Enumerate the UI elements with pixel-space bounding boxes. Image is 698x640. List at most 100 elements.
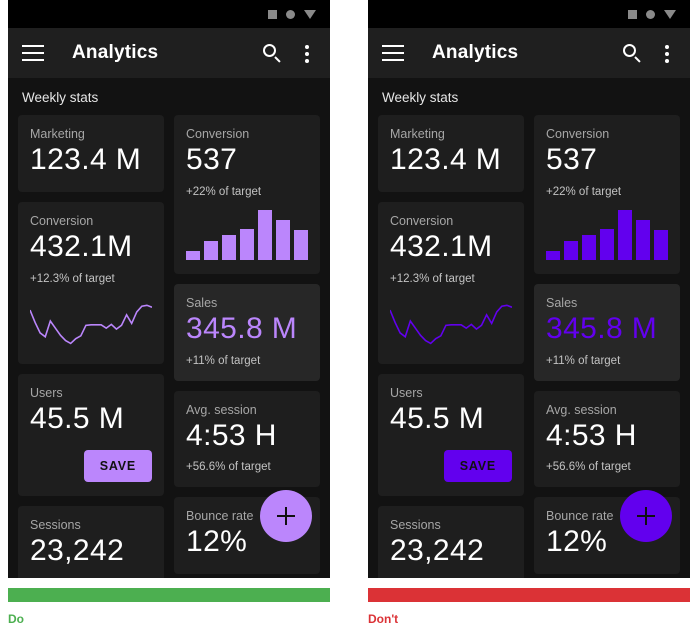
card-label: Conversion — [390, 213, 454, 228]
bar-chart-bar — [582, 234, 596, 260]
floating-action-button[interactable] — [620, 490, 672, 542]
card-value: 45.5 M — [390, 401, 485, 435]
bar-chart-bar — [618, 209, 632, 260]
card-sales[interactable]: Sales 345.8 M +11% of target — [174, 283, 320, 381]
bar-chart-bar — [600, 228, 614, 260]
card-value: 123.4 M — [30, 143, 142, 176]
save-button[interactable]: SAVE — [443, 450, 512, 483]
example-do: Analytics Weekly stats Marketing 123.4 M… — [8, 0, 330, 626]
card-label: Sales — [186, 295, 218, 310]
triangle-down-icon — [304, 9, 316, 19]
section-title: Weekly stats — [382, 90, 459, 105]
card-marketing[interactable]: Marketing 123.4 M — [378, 115, 524, 192]
page-title: Analytics — [72, 42, 159, 63]
card-value: 4:53 H — [546, 418, 637, 452]
bar-chart-conversion — [186, 209, 308, 260]
square-icon — [268, 9, 277, 19]
card-label: Sessions — [390, 518, 441, 533]
stats-column-left: Marketing 123.4 M Conversion 432.1M +12.… — [18, 115, 164, 578]
card-value: 432.1M — [30, 229, 133, 263]
card-conversion-bars[interactable]: Conversion 537 +22% of target — [534, 115, 680, 274]
app-bar: Analytics — [8, 28, 330, 78]
card-marketing[interactable]: Marketing 123.4 M — [18, 115, 164, 192]
page-title: Analytics — [432, 42, 519, 63]
card-value: 4:53 H — [186, 418, 277, 452]
card-conversion-line[interactable]: Conversion 432.1M +12.3% of target — [18, 201, 164, 364]
status-bar — [8, 0, 330, 28]
stats-column-left: Marketing 123.4 M Conversion 432.1M +12.… — [378, 115, 524, 578]
bar-chart-bar — [564, 240, 578, 260]
save-button[interactable]: SAVE — [83, 450, 152, 483]
card-value: 537 — [186, 143, 238, 176]
bar-chart-bar — [636, 219, 650, 260]
bar-chart-bar — [546, 250, 560, 260]
card-conversion-line[interactable]: Conversion 432.1M +12.3% of target — [378, 201, 524, 364]
card-value: 123.4 M — [390, 143, 502, 176]
phone-mock-do: Analytics Weekly stats Marketing 123.4 M… — [8, 0, 330, 578]
hamburger-menu-icon[interactable] — [22, 45, 44, 61]
card-sessions[interactable]: Sessions 23,242 — [18, 506, 164, 578]
floating-action-button[interactable] — [260, 490, 312, 542]
card-subtext: +11% of target — [546, 354, 621, 367]
verdict-label: Don't — [368, 612, 399, 626]
circle-icon — [286, 9, 295, 19]
triangle-down-icon — [664, 9, 676, 19]
card-subtext: +22% of target — [186, 185, 262, 198]
status-bar — [368, 0, 690, 28]
card-action-row: SAVE — [30, 450, 152, 483]
comparison-page: Analytics Weekly stats Marketing 123.4 M… — [0, 0, 698, 640]
card-sales[interactable]: Sales 345.8 M +11% of target — [534, 283, 680, 381]
card-value: 45.5 M — [30, 401, 125, 435]
card-users[interactable]: Users 45.5 M SAVE — [378, 373, 524, 497]
card-label: Users — [30, 385, 63, 400]
card-subtext: +22% of target — [546, 185, 622, 198]
card-avg-session[interactable]: Avg. session 4:53 H +56.6% of target — [534, 390, 680, 488]
card-value: 23,242 — [30, 534, 125, 568]
bar-chart-bar — [294, 229, 308, 260]
card-subtext: +56.6% of target — [186, 461, 271, 474]
bar-chart-bar — [276, 219, 290, 260]
card-subtext: +56.6% of target — [546, 461, 631, 474]
search-icon[interactable] — [262, 43, 282, 63]
bar-chart-bar — [204, 240, 218, 260]
card-users[interactable]: Users 45.5 M SAVE — [18, 373, 164, 497]
card-avg-session[interactable]: Avg. session 4:53 H +56.6% of target — [174, 390, 320, 488]
card-value: 537 — [546, 143, 598, 176]
card-value: 432.1M — [390, 229, 493, 263]
card-label: Conversion — [186, 127, 250, 141]
verdict-bar — [368, 588, 690, 602]
card-value: 345.8 M — [546, 311, 658, 345]
bar-chart-bar — [654, 229, 668, 260]
card-conversion-bars[interactable]: Conversion 537 +22% of target — [174, 115, 320, 274]
bar-chart-bar — [240, 228, 254, 260]
card-label: Marketing — [30, 127, 85, 141]
card-sessions[interactable]: Sessions 23,242 — [378, 506, 524, 578]
line-chart-conversion — [30, 295, 152, 350]
phone-mock-dont: Analytics Weekly stats Marketing 123.4 M… — [368, 0, 690, 578]
card-label: Sessions — [30, 518, 81, 533]
card-subtext: +12.3% of target — [30, 272, 115, 285]
hamburger-menu-icon[interactable] — [382, 45, 404, 61]
search-icon[interactable] — [622, 43, 642, 63]
card-value: 345.8 M — [186, 311, 298, 345]
card-action-row: SAVE — [390, 450, 512, 483]
bar-chart-bar — [222, 234, 236, 260]
card-label: Conversion — [30, 213, 94, 228]
example-dont: Analytics Weekly stats Marketing 123.4 M… — [368, 0, 690, 626]
verdict-bar — [8, 588, 330, 602]
card-label: Conversion — [546, 127, 610, 141]
section-title: Weekly stats — [22, 90, 99, 105]
plus-icon — [277, 507, 295, 525]
card-label: Users — [390, 385, 423, 400]
more-vertical-icon[interactable] — [658, 43, 676, 63]
card-value: 23,242 — [390, 534, 485, 568]
more-vertical-icon[interactable] — [298, 43, 316, 63]
card-label: Avg. session — [546, 402, 617, 417]
bar-chart-bar — [186, 250, 200, 260]
card-label: Sales — [546, 295, 578, 310]
card-label: Marketing — [390, 127, 445, 141]
card-label: Avg. session — [186, 402, 257, 417]
plus-icon — [637, 507, 655, 525]
app-bar: Analytics — [368, 28, 690, 78]
content-area: Weekly stats Marketing 123.4 M Conversio… — [8, 78, 330, 578]
